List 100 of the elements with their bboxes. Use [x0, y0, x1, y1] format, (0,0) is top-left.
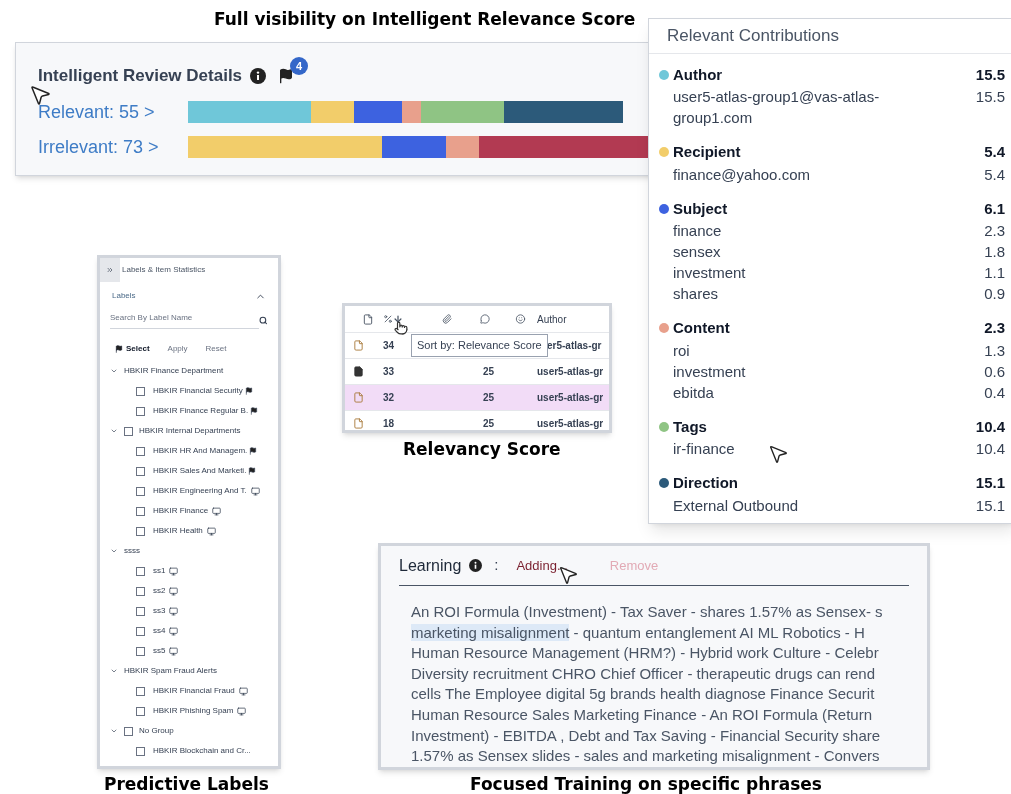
label-item[interactable]: HBKIR Finance Regular B. — [153, 405, 249, 417]
phrase-text-line: cells The Employee digital 5g brands health diagnose Finance Securit — [411, 684, 876, 705]
chevron-down-icon[interactable] — [110, 547, 118, 555]
group-label[interactable]: HBKIR Spam Fraud Alerts — [124, 665, 217, 677]
checkbox[interactable] — [136, 746, 145, 756]
document-icon — [353, 366, 364, 377]
percent-icon[interactable] — [383, 314, 393, 324]
relevance-link[interactable]: Relevant: 55 > — [38, 98, 188, 126]
table-cell-text: er5-atlas-gr — [547, 339, 602, 353]
contribution-value: 0.9 — [984, 284, 1005, 304]
table-row[interactable]: 33 25 user5-atlas-gr — [345, 358, 609, 384]
checkbox[interactable] — [136, 486, 145, 496]
info-icon[interactable] — [250, 67, 267, 84]
monitor-icon — [250, 486, 260, 496]
label-item[interactable]: HBKIR Financial Security — [153, 385, 243, 397]
sort-down-icon[interactable] — [393, 314, 403, 324]
contribution-value: 10.4 — [975, 439, 1005, 459]
label-item[interactable]: HBKIR Finance — [153, 505, 209, 517]
flag-icon — [249, 447, 258, 455]
group-label[interactable]: HBKIR Internal Departments — [139, 425, 241, 437]
contribution-value: 2.3 — [984, 221, 1005, 241]
panel-title: Intelligent Review Details — [38, 65, 243, 87]
section-name: Author — [673, 64, 723, 85]
checkbox[interactable] — [136, 466, 145, 476]
label-item[interactable]: ss5 — [153, 645, 166, 657]
checkbox[interactable] — [136, 586, 145, 596]
phrase-text-line: Investment) - EBITDA , Debt and Tax Saving - Financial Security share — [411, 725, 882, 746]
caption: Relevancy Score — [403, 438, 561, 461]
label-item[interactable]: HBKIR Blockchain and Cr... — [153, 745, 251, 757]
checkbox[interactable] — [124, 726, 133, 736]
relevance-link[interactable]: Irrelevant: 73 > — [38, 133, 188, 161]
checkbox[interactable] — [136, 406, 145, 416]
column-header[interactable]: Author — [537, 311, 567, 327]
contribution-label: finance — [673, 221, 722, 241]
separator: : — [494, 555, 499, 576]
checkbox[interactable] — [136, 706, 145, 716]
flag-icon — [244, 387, 253, 395]
checkbox[interactable] — [136, 686, 145, 696]
info-icon[interactable] — [469, 559, 483, 572]
contribution-label: ebitda — [673, 382, 714, 403]
checkbox[interactable] — [136, 626, 145, 636]
count-badge: 4 — [290, 56, 309, 75]
table-cell: 25 — [483, 392, 495, 403]
contribution-label: investment — [673, 361, 746, 382]
label-item[interactable]: ss2 — [153, 585, 166, 597]
section-total: 15.1 — [975, 473, 1005, 493]
table-cell: 25 — [483, 418, 495, 429]
table-cell: 33 — [383, 366, 395, 377]
label-item[interactable]: ss4 — [153, 625, 166, 637]
checkbox[interactable] — [136, 446, 145, 456]
contribution-value: 15.1 — [975, 495, 1005, 516]
table-cell-text: user5-atlas-gr — [537, 365, 604, 379]
action-button[interactable]: Select — [115, 343, 150, 355]
search-field[interactable]: Search By Label Name — [110, 312, 260, 329]
label-item[interactable]: HBKIR Sales And Marketi. — [153, 465, 247, 477]
contribution-value: 0.6 — [984, 361, 1005, 382]
label-item[interactable]: HBKIR HR And Managem. — [153, 445, 248, 457]
label-item[interactable]: HBKIR Financial Fraud — [153, 685, 235, 697]
label-item[interactable]: ss1 — [153, 565, 166, 577]
group-label[interactable]: HBKIR Finance Department — [124, 365, 224, 377]
table-row[interactable]: 32 25 user5-atlas-gr — [345, 384, 609, 410]
group-label[interactable]: ssss — [124, 545, 140, 557]
checkbox[interactable] — [136, 566, 145, 576]
phrase-text-line: marketing misalignment - quantum entanglement AI ML Robotics - H — [411, 622, 866, 643]
checkbox[interactable] — [136, 646, 145, 656]
label-item[interactable]: ss3 — [153, 605, 166, 617]
section-name: Content — [673, 318, 730, 338]
chevron-down-icon[interactable] — [110, 667, 118, 675]
checkbox[interactable] — [136, 506, 145, 516]
caption: Full visibility on Intelligent Relevance Score — [214, 8, 636, 31]
table-cell: 18 — [383, 418, 395, 429]
contribution-label: investment — [673, 263, 746, 283]
monitor-icon — [206, 526, 216, 536]
contribution-value: 15.5 — [975, 87, 1005, 107]
search-icon[interactable] — [259, 316, 268, 325]
flag-icon — [248, 467, 257, 475]
checkbox[interactable] — [136, 526, 145, 536]
chevron-down-icon[interactable] — [110, 367, 118, 375]
checkbox[interactable] — [136, 386, 145, 396]
hand-pointer-icon — [394, 320, 408, 336]
section-name: Recipient — [673, 142, 741, 162]
checkbox[interactable] — [136, 606, 145, 616]
section-title: Learning — [399, 555, 462, 576]
contribution-value: 0.4 — [984, 382, 1005, 403]
section-total: 2.3 — [984, 318, 1005, 338]
document-icon — [353, 418, 364, 429]
group-label[interactable]: No Group — [139, 725, 174, 737]
label-item[interactable]: HBKIR Health — [153, 525, 203, 537]
monitor-icon — [237, 706, 247, 716]
chevron-down-icon[interactable] — [110, 727, 118, 735]
chevron-down-icon[interactable] — [110, 427, 118, 435]
contribution-label: finance@yahoo.com — [673, 164, 810, 185]
contribution-value: 1.8 — [984, 242, 1005, 262]
table-row[interactable]: 18 25 user5-atlas-gr — [345, 410, 609, 430]
checkbox[interactable] — [124, 426, 133, 436]
flag-icon[interactable] — [278, 67, 295, 84]
label-item[interactable]: HBKIR Phishing Spam — [153, 705, 234, 717]
label-item[interactable]: HBKIR Engineering And T. — [153, 485, 247, 497]
phrase-text-line: Diversity recruitment CHRO Chief Officer - therapeutic drugs can rend — [411, 663, 877, 684]
document-icon — [353, 340, 364, 351]
